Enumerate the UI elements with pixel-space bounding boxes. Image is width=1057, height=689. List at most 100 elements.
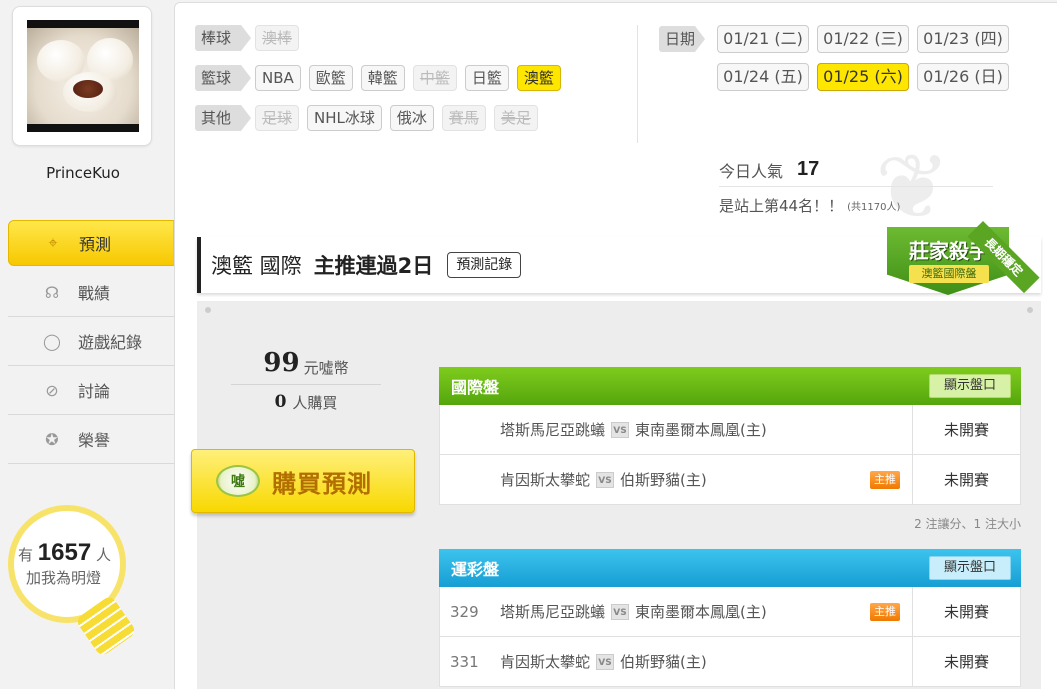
odds-header: 國際盤 顯示盤口 (439, 367, 1021, 405)
vs-icon: VS (611, 421, 630, 438)
league-chip[interactable]: 俄冰 (389, 105, 434, 131)
popularity-label: 今日人氣 (719, 161, 784, 181)
price-amount-line: 99 元噓幣 (231, 347, 381, 385)
home-team: 肯因斯太攀蛇 (500, 653, 591, 671)
match-row[interactable]: 329 塔斯馬尼亞跳蟻 VS 東南墨爾本鳳凰(主) 主推 未開賽 (439, 587, 1021, 637)
magnifier-icon: ⊘ (45, 380, 59, 400)
achievement-badge: 莊家殺手 澳籃國際盤 長期穩定 (887, 217, 1057, 313)
away-team: 伯斯野貓(主) (620, 653, 707, 671)
home-team: 肯因斯太攀蛇 (500, 471, 591, 489)
price-unit: 元噓幣 (303, 359, 349, 377)
sidebar-item-2[interactable]: ◯ 遊戲紀錄 (8, 317, 174, 366)
medal-icon: ✪ (45, 429, 59, 449)
avatar-frame[interactable] (12, 6, 152, 146)
match-number: 331 (450, 652, 479, 671)
sidebar-item-3[interactable]: ⊘ 討論 (8, 366, 174, 415)
sidebar-nav: ⌖ 預測 ☊ 戰績 ◯ 遊戲紀錄 ⊘ 討論 ✪ 榮譽 (8, 220, 185, 464)
date-chip[interactable]: 01/25 (六) (817, 63, 909, 91)
date-chip[interactable]: 01/22 (三) (817, 25, 909, 53)
league-chip: 賽馬 (441, 105, 486, 131)
featured-pick-badge: 主推 (870, 603, 900, 621)
sidebar-item-0[interactable]: ⌖ 預測 (8, 220, 185, 266)
league-chip: 美足 (493, 105, 538, 131)
league-chip[interactable]: 韓籃 (360, 65, 405, 91)
category-label: 棒球 (195, 25, 251, 51)
pin-icon (1027, 307, 1033, 313)
crosshair-icon: ⌖ (48, 233, 58, 252)
match-row[interactable]: 塔斯馬尼亞跳蟻 VS 東南墨爾本鳳凰(主) 未開賽 (439, 405, 1021, 455)
bet-summary: 2 注讓分、1 注大小 (914, 517, 1021, 531)
sidebar-item-4[interactable]: ✪ 榮譽 (8, 415, 174, 464)
avatar-filling (73, 80, 103, 98)
league-chip[interactable]: NHL冰球 (307, 105, 382, 131)
category-row: 籃球 NBA 歐籃 韓籃 中籃 日籃 澳籃 (195, 65, 569, 91)
match-row[interactable]: 331 肯因斯太攀蛇 VS 伯斯野貓(主) 未開賽 (439, 637, 1021, 687)
match-status: 未開賽 (912, 405, 1020, 454)
match-status: 未開賽 (912, 455, 1020, 504)
sidebar-item-label: 榮譽 (78, 431, 111, 450)
category-label: 其他 (195, 105, 251, 131)
date-chip[interactable]: 01/24 (五) (717, 63, 809, 91)
vs-icon: VS (596, 471, 615, 488)
home-team: 塔斯馬尼亞跳蟻 (500, 421, 606, 439)
show-odds-button[interactable]: 顯示盤口 (928, 374, 1011, 398)
away-team: 伯斯野貓(主) (620, 471, 707, 489)
username[interactable]: PrinceKuo (0, 164, 166, 182)
match-status: 未開賽 (912, 587, 1020, 636)
avatar (27, 20, 139, 132)
category-row: 棒球 澳棒 (195, 25, 569, 51)
match-row[interactable]: 肯因斯太攀蛇 VS 伯斯野貓(主) 主推 未開賽 (439, 455, 1021, 505)
category-filter: 棒球 澳棒 籃球 NBA 歐籃 韓籃 中籃 日籃 澳籃 其他 足球 NHL冰球 俄冰 賽馬 美足 (195, 25, 569, 145)
league-chip[interactable]: NBA (255, 65, 301, 91)
league-title: 澳籃 國際 (211, 254, 302, 278)
featured-pick-badge: 主推 (870, 471, 900, 489)
league-chip[interactable]: 歐籃 (308, 65, 353, 91)
sidebar-item-label: 遊戲紀錄 (78, 333, 143, 352)
odds-header: 運彩盤 顯示盤口 (439, 549, 1021, 587)
league-chip[interactable]: 澳籃 (516, 65, 561, 91)
league-chip: 中籃 (412, 65, 457, 91)
international-odds-table: 國際盤 顯示盤口 塔斯馬尼亞跳蟻 VS 東南墨爾本鳳凰(主) 未開賽 肯因斯太攀蛇 VS 伯… (439, 367, 1021, 505)
speech-bubble-icon: ☊ (44, 282, 60, 302)
sidebar-item-1[interactable]: ☊ 戰績 (8, 268, 174, 317)
league-chip: 澳棒 (255, 25, 300, 51)
price-amount: 99 (263, 348, 300, 378)
coin-icon: 噓 (216, 465, 260, 497)
sidebar: PrinceKuo ⌖ 預測 ☊ 戰績 ◯ 遊戲紀錄 ⊘ 討論 ✪ 榮譽 有 1657 人 加我為… (0, 0, 185, 689)
buy-prediction-button[interactable]: 噓 購買預測 (191, 449, 415, 513)
show-odds-button[interactable]: 顯示盤口 (928, 556, 1011, 580)
main-panel: 棒球 澳棒 籃球 NBA 歐籃 韓籃 中籃 日籃 澳籃 其他 足球 NHL冰球 俄冰 賽馬 美足 日期 01… (174, 2, 1057, 689)
sidebar-item-label: 預測 (79, 235, 112, 254)
circle-icon: ◯ (43, 331, 61, 351)
league-chip: 足球 (255, 105, 300, 131)
league-chip[interactable]: 日籃 (464, 65, 509, 91)
buyers-line: 0 人購買 (231, 385, 381, 419)
date-filter: 日期 01/21 (二) 01/22 (三) 01/23 (四) 01/24 (五)… (659, 25, 1017, 101)
home-team: 塔斯馬尼亞跳蟻 (500, 603, 606, 621)
followers-suffix: 人 (95, 546, 111, 564)
date-row: 日期 01/21 (二) 01/22 (三) 01/23 (四) (659, 25, 1017, 53)
date-chip[interactable]: 01/21 (二) (717, 25, 809, 53)
date-chip[interactable]: 01/26 (日) (917, 63, 1009, 91)
followers-prefix: 有 (18, 546, 34, 564)
prediction-record-button[interactable]: 預測記錄 (447, 252, 522, 278)
date-chip[interactable]: 01/23 (四) (917, 25, 1009, 53)
divider (637, 25, 638, 143)
popularity-today: 今日人氣 17 (719, 153, 993, 187)
vs-icon: VS (596, 653, 615, 670)
buyers-count: 0 (274, 392, 287, 412)
odds-title: 國際盤 (451, 378, 500, 397)
followers-count: 1657 (37, 539, 92, 566)
away-team: 東南墨爾本鳳凰(主) (635, 603, 767, 621)
page-root: PrinceKuo ⌖ 預測 ☊ 戰績 ◯ 遊戲紀錄 ⊘ 討論 ✪ 榮譽 有 1657 人 加我為… (0, 0, 1057, 689)
rank-text: 是站上第44名！！ (719, 196, 844, 215)
date-row: 01/24 (五) 01/25 (六) 01/26 (日) (659, 63, 1017, 91)
price-box: 99 元噓幣 0 人購買 (231, 347, 381, 419)
rank-total: (共1170人) (847, 201, 901, 213)
followers-bulb[interactable]: 有 1657 人 加我為明燈 (8, 505, 138, 658)
date-label: 日期 (659, 26, 705, 52)
sidebar-item-label: 戰績 (78, 284, 111, 303)
followers-cta: 加我為明燈 (26, 569, 102, 587)
odds-title: 運彩盤 (451, 560, 500, 579)
streak-title: 主推連過2日 (313, 254, 434, 278)
